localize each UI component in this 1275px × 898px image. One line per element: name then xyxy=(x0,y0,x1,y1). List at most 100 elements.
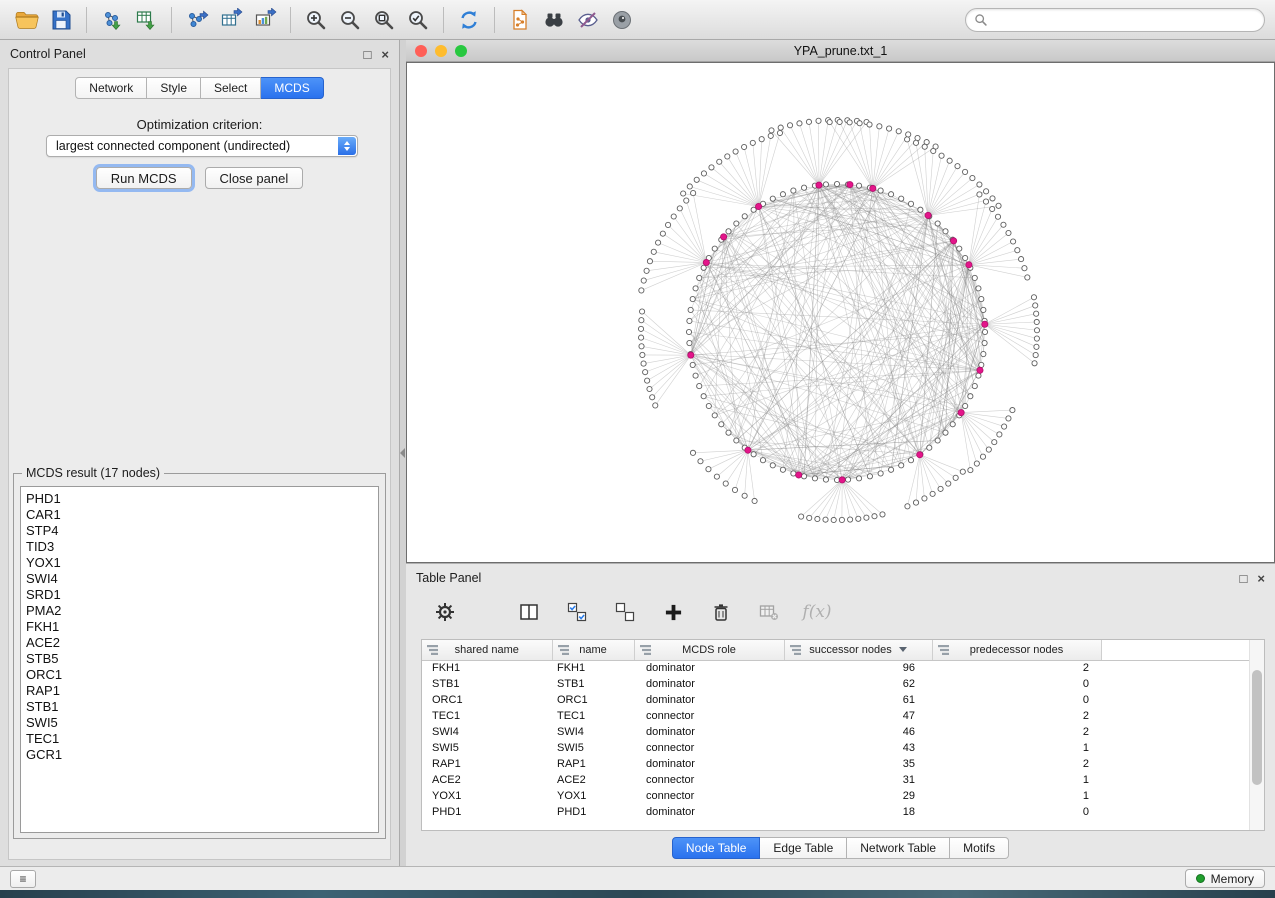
export-network-button[interactable] xyxy=(180,4,214,36)
deselect-all-button[interactable] xyxy=(612,599,638,625)
search-input[interactable] xyxy=(988,13,1256,27)
mcds-result-item[interactable]: SWI4 xyxy=(26,571,378,587)
mcds-result-item[interactable]: YOX1 xyxy=(26,555,378,571)
table-cell[interactable]: 31 xyxy=(784,772,932,788)
table-cell[interactable]: 0 xyxy=(932,804,1101,820)
share-document-button[interactable] xyxy=(503,4,537,36)
table-row[interactable]: TEC1TEC1connector472 xyxy=(422,708,1264,724)
table-cell[interactable]: TEC1 xyxy=(552,708,634,724)
mcds-result-item[interactable]: RAP1 xyxy=(26,683,378,699)
import-network-button[interactable] xyxy=(95,4,129,36)
mcds-result-item[interactable]: STP4 xyxy=(26,523,378,539)
scrollbar-thumb[interactable] xyxy=(1252,670,1262,785)
table-cell[interactable]: PHD1 xyxy=(422,804,552,820)
add-column-button[interactable] xyxy=(660,599,686,625)
tab-edge-table[interactable]: Edge Table xyxy=(760,837,847,859)
table-cell[interactable]: 1 xyxy=(932,740,1101,756)
table-row[interactable]: PHD1PHD1dominator180 xyxy=(422,804,1264,820)
table-cell[interactable]: SWI4 xyxy=(552,724,634,740)
mcds-result-item[interactable]: PMA2 xyxy=(26,603,378,619)
mcds-result-list[interactable]: PHD1CAR1STP4TID3YOX1SWI4SRD1PMA2FKH1ACE2… xyxy=(20,486,379,833)
table-cell[interactable]: 43 xyxy=(784,740,932,756)
mcds-result-item[interactable]: PHD1 xyxy=(26,491,378,507)
table-cell[interactable]: 2 xyxy=(932,724,1101,740)
table-cell[interactable]: 62 xyxy=(784,676,932,692)
find-button[interactable] xyxy=(537,4,571,36)
tab-network[interactable]: Network xyxy=(75,77,147,99)
network-window-titlebar[interactable]: YPA_prune.txt_1 xyxy=(406,40,1275,62)
table-cell[interactable]: 46 xyxy=(784,724,932,740)
zoom-in-button[interactable] xyxy=(299,4,333,36)
column-header-mcds-role[interactable]: MCDS role xyxy=(634,640,784,660)
table-row[interactable]: ORC1ORC1dominator610 xyxy=(422,692,1264,708)
float-panel-icon[interactable]: □ xyxy=(1240,571,1248,586)
status-menu-button[interactable]: ≡ xyxy=(10,870,36,888)
zoom-out-button[interactable] xyxy=(333,4,367,36)
mcds-result-item[interactable]: STB1 xyxy=(26,699,378,715)
show-details-button[interactable] xyxy=(605,4,639,36)
table-cell[interactable]: dominator xyxy=(634,804,784,820)
tab-node-table[interactable]: Node Table xyxy=(672,837,761,859)
table-row[interactable]: SWI4SWI4dominator462 xyxy=(422,724,1264,740)
mcds-result-item[interactable]: TEC1 xyxy=(26,731,378,747)
tab-motifs[interactable]: Motifs xyxy=(950,837,1009,859)
table-cell[interactable]: 0 xyxy=(932,692,1101,708)
table-cell[interactable]: SWI5 xyxy=(552,740,634,756)
table-cell[interactable]: dominator xyxy=(634,724,784,740)
import-table-button[interactable] xyxy=(129,4,163,36)
table-cell[interactable]: FKH1 xyxy=(552,660,634,676)
table-cell[interactable]: 1 xyxy=(932,772,1101,788)
table-cell[interactable]: RAP1 xyxy=(552,756,634,772)
delete-table-button[interactable] xyxy=(756,599,782,625)
table-cell[interactable]: connector xyxy=(634,772,784,788)
table-settings-button[interactable] xyxy=(432,599,458,625)
select-all-button[interactable] xyxy=(564,599,590,625)
close-panel-button[interactable]: Close panel xyxy=(205,167,304,189)
close-panel-icon[interactable]: × xyxy=(381,47,389,62)
show-columns-button[interactable] xyxy=(516,599,542,625)
table-cell[interactable]: TEC1 xyxy=(422,708,552,724)
maximize-window-icon[interactable] xyxy=(455,45,467,57)
table-cell[interactable]: ACE2 xyxy=(552,772,634,788)
table-row[interactable]: RAP1RAP1dominator352 xyxy=(422,756,1264,772)
mcds-result-item[interactable]: CAR1 xyxy=(26,507,378,523)
mcds-result-item[interactable]: FKH1 xyxy=(26,619,378,635)
table-cell[interactable]: STB1 xyxy=(552,676,634,692)
save-session-button[interactable] xyxy=(44,4,78,36)
export-image-button[interactable] xyxy=(248,4,282,36)
table-cell[interactable]: FKH1 xyxy=(422,660,552,676)
tab-style[interactable]: Style xyxy=(147,77,201,99)
optimization-criterion-select[interactable]: largest connected component (undirected) xyxy=(46,135,358,157)
zoom-fit-button[interactable] xyxy=(367,4,401,36)
table-cell[interactable]: SWI5 xyxy=(422,740,552,756)
network-canvas[interactable] xyxy=(406,62,1275,563)
minimize-window-icon[interactable] xyxy=(435,45,447,57)
mcds-result-item[interactable]: STB5 xyxy=(26,651,378,667)
table-cell[interactable]: dominator xyxy=(634,756,784,772)
mcds-result-item[interactable]: GCR1 xyxy=(26,747,378,763)
table-row[interactable]: STB1STB1dominator620 xyxy=(422,676,1264,692)
table-row[interactable]: SWI5SWI5connector431 xyxy=(422,740,1264,756)
refresh-layout-button[interactable] xyxy=(452,4,486,36)
open-session-button[interactable] xyxy=(10,4,44,36)
tab-select[interactable]: Select xyxy=(201,77,261,99)
table-cell[interactable]: connector xyxy=(634,740,784,756)
table-cell[interactable]: 18 xyxy=(784,804,932,820)
column-header-predecessor-nodes[interactable]: predecessor nodes xyxy=(932,640,1101,660)
tab-mcds[interactable]: MCDS xyxy=(261,77,323,99)
table-cell[interactable]: 2 xyxy=(932,660,1101,676)
network-graph[interactable] xyxy=(407,63,1274,562)
table-row[interactable]: YOX1YOX1connector291 xyxy=(422,788,1264,804)
mcds-result-item[interactable]: SRD1 xyxy=(26,587,378,603)
close-panel-icon[interactable]: × xyxy=(1257,571,1265,586)
run-mcds-button[interactable]: Run MCDS xyxy=(96,167,192,189)
table-cell[interactable]: 47 xyxy=(784,708,932,724)
export-table-button[interactable] xyxy=(214,4,248,36)
mcds-result-item[interactable]: SWI5 xyxy=(26,715,378,731)
column-header-successor-nodes[interactable]: successor nodes xyxy=(784,640,932,660)
splitter-collapse-icon[interactable] xyxy=(400,448,405,458)
float-panel-icon[interactable]: □ xyxy=(364,47,372,62)
table-cell[interactable]: YOX1 xyxy=(422,788,552,804)
mcds-result-item[interactable]: ACE2 xyxy=(26,635,378,651)
column-header-shared-name[interactable]: shared name xyxy=(422,640,552,660)
